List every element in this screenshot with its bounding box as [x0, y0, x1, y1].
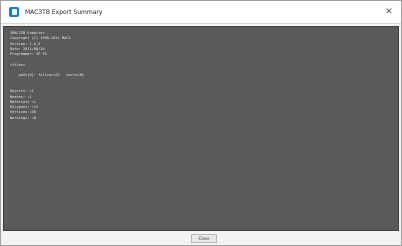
window-title: MAC3TB Export Summary [25, 8, 103, 16]
export-summary-window: MAC3TB Export Summary ✕ IMAC3TB Exporter… [0, 0, 402, 246]
log-panel: IMAC3TB Exporter Copyright (C) 1998-2011… [3, 26, 399, 231]
dialog-footer: Close [1, 232, 401, 246]
log-output: IMAC3TB Exporter Copyright (C) 1998-2011… [10, 31, 84, 121]
title-bar: MAC3TB Export Summary ✕ [1, 1, 401, 24]
log-line: path[0]: fullcar=32 verts=30 [10, 73, 84, 78]
app-icon [9, 7, 19, 17]
close-icon[interactable]: ✕ [383, 6, 395, 18]
close-button[interactable]: Close [191, 234, 217, 243]
log-line: Warnings: =0 [10, 115, 36, 120]
